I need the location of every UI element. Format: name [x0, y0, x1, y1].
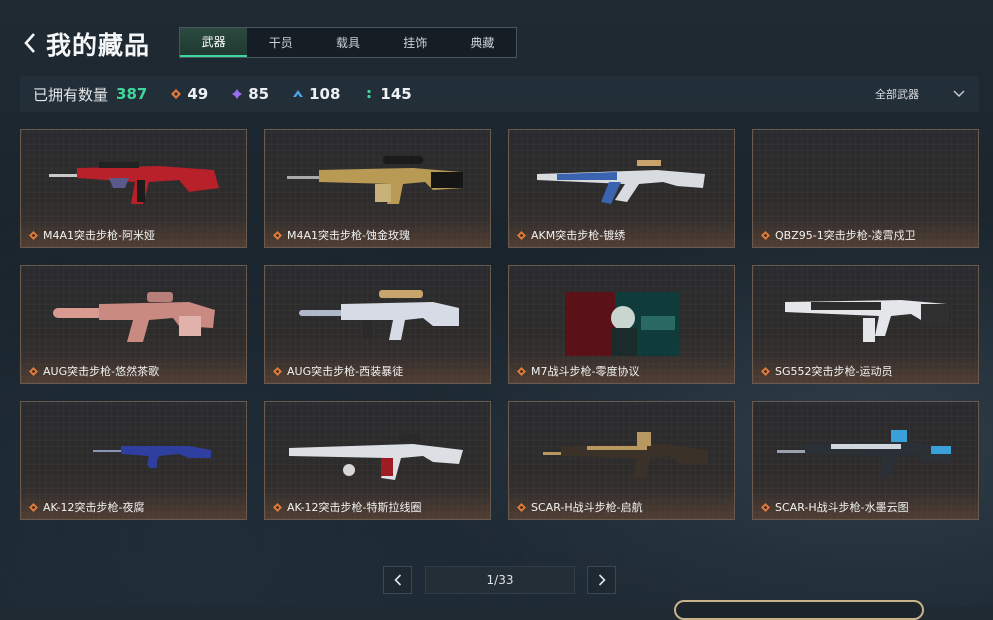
item-name: AK-12突击步枪-特斯拉线圈 [287, 501, 422, 514]
collection-item[interactable]: AUG突击步枪-悠然茶歌 [20, 265, 247, 384]
tier-count: 49 [187, 85, 209, 103]
collection-item[interactable]: AUG突击步枪-西装暴徒 [264, 265, 491, 384]
rarity-diamond-icon [761, 366, 770, 376]
purple-diamond-icon [232, 89, 243, 99]
collection-item[interactable]: SCAR-H战斗步枪-启航 [508, 401, 735, 520]
rarity-diamond-icon [517, 502, 526, 512]
item-label: AK-12突击步枪-夜腐 [29, 499, 145, 515]
orange-diamond-icon [171, 89, 182, 99]
rarity-diamond-icon [273, 230, 282, 240]
rarity-diamond-icon [517, 366, 526, 376]
tier-stat-blue: 108 [293, 85, 340, 103]
owned-count: 387 [116, 85, 148, 103]
tier-count: 85 [248, 85, 270, 103]
rarity-diamond-icon [761, 502, 770, 512]
rifle-skin-image [93, 446, 211, 468]
filter-label: 全部武器 [875, 88, 919, 101]
chevron-left-icon [24, 33, 35, 53]
chevron-left-icon [393, 574, 401, 586]
collection-item[interactable]: M7战斗步枪-零度协议 [508, 265, 735, 384]
back-button[interactable] [18, 30, 42, 56]
item-label: SCAR-H战斗步枪-启航 [517, 499, 643, 515]
rifle-skin-image [289, 434, 463, 480]
rifle-skin-image [537, 160, 705, 204]
chevron-down-icon [953, 90, 965, 97]
item-label: M4A1突击步枪-蚀金玫瑰 [273, 227, 410, 243]
rarity-diamond-icon [273, 502, 282, 512]
rifle-skin-image [287, 156, 463, 204]
collection-item[interactable]: M4A1突击步枪-蚀金玫瑰 [264, 129, 491, 248]
item-name: SCAR-H战斗步枪-水墨云图 [775, 501, 909, 514]
prev-page-button[interactable] [383, 566, 412, 594]
rarity-diamond-icon [517, 230, 526, 240]
chevron-right-icon [598, 574, 606, 586]
weapon-filter-dropdown[interactable]: 全部武器 [875, 76, 965, 112]
rifle-skin-image [299, 290, 459, 340]
rifle-skin-image [777, 430, 953, 476]
item-name: AUG突击步枪-悠然茶歌 [43, 365, 160, 378]
green-dots-icon [367, 89, 371, 99]
item-label: AKM突击步枪-镀绣 [517, 227, 625, 243]
collection-item[interactable]: SG552突击步枪-运动员 [752, 265, 979, 384]
blue-chevron-icon [293, 90, 304, 97]
collection-item[interactable]: QBZ95-1突击步枪-凌霄戍卫 [752, 129, 979, 248]
collection-item[interactable]: SCAR-H战斗步枪-水墨云图 [752, 401, 979, 520]
item-label: SG552突击步枪-运动员 [761, 363, 892, 379]
tab-charms[interactable]: 挂饰 [382, 28, 449, 57]
category-tabs: 武器 干员 载具 挂饰 典藏 [179, 27, 517, 58]
rifle-skin-image [543, 432, 707, 478]
next-page-button[interactable] [587, 566, 616, 594]
item-name: AKM突击步枪-镀绣 [531, 229, 626, 242]
rarity-diamond-icon [29, 502, 38, 512]
item-label: AUG突击步枪-悠然茶歌 [29, 363, 159, 379]
tier-stat-green: 145 [364, 85, 412, 103]
tier-stat-purple: 85 [232, 85, 269, 103]
collection-item[interactable]: AK-12突击步枪-夜腐 [20, 401, 247, 520]
item-name: SG552突击步枪-运动员 [775, 365, 893, 378]
rifle-skin-image [53, 292, 215, 342]
skin-artwork-image [565, 292, 679, 356]
item-name: SCAR-H战斗步枪-启航 [531, 501, 643, 514]
item-name: M4A1突击步枪-蚀金玫瑰 [287, 229, 410, 242]
item-name: M7战斗步枪-零度协议 [531, 365, 640, 378]
stats-bar: 已拥有数量 387 49 85 108 145 全部武器 [20, 76, 979, 112]
rarity-diamond-icon [29, 230, 38, 240]
item-label: AK-12突击步枪-特斯拉线圈 [273, 499, 422, 515]
page-indicator: 1/33 [425, 566, 575, 594]
rarity-diamond-icon [761, 230, 770, 240]
item-label: SCAR-H战斗步枪-水墨云图 [761, 499, 909, 515]
bottom-action-button[interactable] [674, 600, 924, 620]
collection-item[interactable]: M4A1突击步枪-阿米娅 [20, 129, 247, 248]
rarity-diamond-icon [273, 366, 282, 376]
item-label: M7战斗步枪-零度协议 [517, 363, 639, 379]
collection-item[interactable]: AK-12突击步枪-特斯拉线圈 [264, 401, 491, 520]
item-name: AK-12突击步枪-夜腐 [43, 501, 145, 514]
collection-item[interactable]: AKM突击步枪-镀绣 [508, 129, 735, 248]
item-name: M4A1突击步枪-阿米娅 [43, 229, 155, 242]
tab-vehicles[interactable]: 载具 [314, 28, 381, 57]
item-label: QBZ95-1突击步枪-凌霄戍卫 [761, 227, 916, 243]
tier-count: 145 [380, 85, 412, 103]
page-title: 我的藏品 [46, 31, 151, 60]
tier-count: 108 [309, 85, 341, 103]
tab-weapons[interactable]: 武器 [180, 28, 248, 57]
item-label: AUG突击步枪-西装暴徒 [273, 363, 403, 379]
rifle-skin-image [49, 162, 219, 204]
tab-collection[interactable]: 典藏 [449, 28, 516, 57]
item-label: M4A1突击步枪-阿米娅 [29, 227, 155, 243]
item-name: AUG突击步枪-西装暴徒 [287, 365, 404, 378]
rarity-diamond-icon [29, 366, 38, 376]
owned-label: 已拥有数量 [33, 85, 109, 104]
tier-stat-orange: 49 [171, 85, 208, 103]
rifle-skin-image [785, 300, 949, 342]
tab-operators[interactable]: 干员 [247, 28, 314, 57]
item-name: QBZ95-1突击步枪-凌霄戍卫 [775, 229, 916, 242]
